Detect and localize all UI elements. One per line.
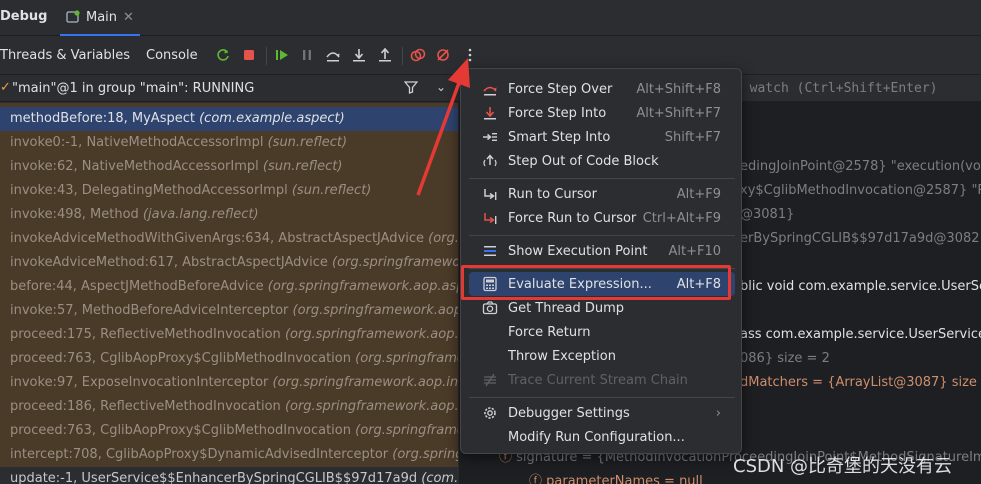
menu-item-throw-exception[interactable]: Throw Exception: [469, 344, 735, 368]
frame-row[interactable]: invoke:57, MethodBeforeAdviceInterceptor…: [0, 299, 458, 323]
title-bar: Debug Main ✕: [0, 0, 981, 36]
step-out-icon[interactable]: [376, 46, 394, 64]
menu-item-force-step-over[interactable]: Force Step Over Alt+Shift+F8: [469, 77, 735, 101]
menu-item-modify-run-configuration[interactable]: Modify Run Configuration...: [469, 425, 735, 449]
smart-step-into-icon: [481, 128, 499, 146]
menu-item-debugger-settings[interactable]: Debugger Settings ›: [469, 401, 735, 425]
menu-separator: [469, 178, 735, 179]
run-config-icon: [66, 10, 80, 24]
force-run-to-cursor-icon: [481, 209, 499, 227]
frame-row[interactable]: update:-1, UserService$$EnhancerBySpring…: [0, 467, 458, 484]
force-step-over-icon: [481, 80, 499, 98]
resume-icon[interactable]: [273, 46, 291, 64]
variable-row[interactable]: @3081}: [740, 207, 794, 222]
menu-item-force-run-to-cursor[interactable]: Force Run to Cursor Ctrl+Alt+F9: [469, 206, 735, 230]
frame-row[interactable]: invokeAdviceMethodWithGivenArgs:634, Abs…: [0, 227, 458, 251]
camera-icon: [481, 299, 499, 317]
debug-title: Debug: [0, 9, 48, 24]
execution-point-icon: [481, 242, 499, 260]
toolbar-separator: [266, 47, 267, 65]
menu-item-trace-stream-chain: Trace Current Stream Chain: [469, 368, 735, 392]
frame-row[interactable]: invokeAdviceMethod:617, AbstractAspectJA…: [0, 251, 458, 275]
field-icon: ⓕ: [529, 474, 543, 484]
watch-placeholder: a watch (Ctrl+Shift+Enter): [734, 81, 938, 96]
force-step-into-icon: [481, 104, 499, 122]
step-into-icon[interactable]: [350, 46, 368, 64]
chevron-right-icon: ›: [715, 405, 721, 421]
step-out-block-icon: [481, 152, 499, 170]
frame-row[interactable]: before:44, AspectJMethodBeforeAdvice (or…: [0, 275, 458, 299]
frame-row[interactable]: methodBefore:18, MyAspect (com.example.a…: [0, 107, 458, 131]
frame-row[interactable]: proceed:763, CglibAopProxy$CglibMethodIn…: [0, 419, 458, 443]
frame-row[interactable]: proceed:763, CglibAopProxy$CglibMethodIn…: [0, 347, 458, 371]
tab-threads-variables[interactable]: Threads & Variables: [0, 48, 130, 63]
variable-row[interactable]: 086} size = 2: [740, 351, 830, 366]
run-to-cursor-icon: [481, 185, 499, 203]
frame-row[interactable]: intercept:708, CglibAopProxy$DynamicAdvi…: [0, 443, 458, 467]
thread-selector[interactable]: ✓ "main"@1 in group "main": RUNNING ⌄: [0, 76, 458, 102]
variable-row[interactable]: dMatchers = {ArrayList@3087} size =: [740, 375, 981, 390]
gear-icon: [481, 404, 499, 422]
annotation-arrow: [416, 58, 470, 196]
variable-row[interactable]: edingJoinPoint@2578} "execution(void: [740, 159, 981, 174]
frame-row[interactable]: invoke0:-1, NativeMethodAccessorImpl (su…: [0, 131, 458, 155]
thread-label: "main"@1 in group "main": RUNNING: [12, 81, 255, 96]
frames-list: methodBefore:18, MyAspect (com.example.a…: [0, 103, 458, 484]
menu-separator: [469, 235, 735, 236]
frame-row[interactable]: invoke:498, Method (java.lang.reflect): [0, 203, 458, 227]
frame-row[interactable]: proceed:186, ReflectiveMethodInvocation …: [0, 395, 458, 419]
menu-item-force-step-into[interactable]: Force Step Into Alt+Shift+F7: [469, 101, 735, 125]
rerun-icon[interactable]: [214, 46, 232, 64]
menu-separator: [469, 397, 735, 398]
more-options-menu: Force Step Over Alt+Shift+F8 Force Step I…: [460, 68, 742, 454]
menu-item-force-return[interactable]: Force Return: [469, 320, 735, 344]
annotation-highlight-box: [461, 265, 731, 300]
tab-main-label: Main: [86, 9, 118, 25]
variable-row[interactable]: ⓕ parameterNames = null: [529, 470, 703, 484]
close-icon[interactable]: ✕: [123, 10, 134, 25]
menu-item-show-execution-point[interactable]: Show Execution Point Alt+F10: [469, 239, 735, 263]
variable-row[interactable]: ass com.example.service.UserService": [740, 327, 981, 342]
frame-row[interactable]: invoke:97, ExposeInvocationInterceptor (…: [0, 371, 458, 395]
pause-icon[interactable]: [298, 46, 316, 64]
variable-row[interactable]: erBySpringCGLIB$$97d17a9d@3082} ": [740, 231, 981, 246]
stream-chain-icon: [481, 371, 499, 389]
step-over-icon[interactable]: [324, 46, 342, 64]
check-icon: ✓: [0, 80, 11, 95]
menu-item-smart-step-into[interactable]: Smart Step Into Shift+F7: [469, 125, 735, 149]
frame-row[interactable]: invoke:62, NativeMethodAccessorImpl (sun…: [0, 155, 458, 179]
toolbar-separator: [402, 47, 403, 65]
menu-item-run-to-cursor[interactable]: Run to Cursor Alt+F9: [469, 182, 735, 206]
watermark: CSDN @比奇堡的天没有云: [733, 456, 953, 477]
frame-row[interactable]: invoke:43, DelegatingMethodAccessorImpl …: [0, 179, 458, 203]
tab-console[interactable]: Console: [146, 48, 198, 63]
frame-row[interactable]: proceed:175, ReflectiveMethodInvocation …: [0, 323, 458, 347]
stop-icon[interactable]: [240, 46, 258, 64]
variable-row[interactable]: blic void com.example.service.UserSer: [740, 279, 981, 294]
menu-item-step-out-of-code-block[interactable]: Step Out of Code Block: [469, 149, 735, 173]
tab-main[interactable]: Main ✕: [60, 0, 140, 36]
variable-row[interactable]: xy$CglibMethodInvocation@2587} "Re: [740, 183, 981, 198]
